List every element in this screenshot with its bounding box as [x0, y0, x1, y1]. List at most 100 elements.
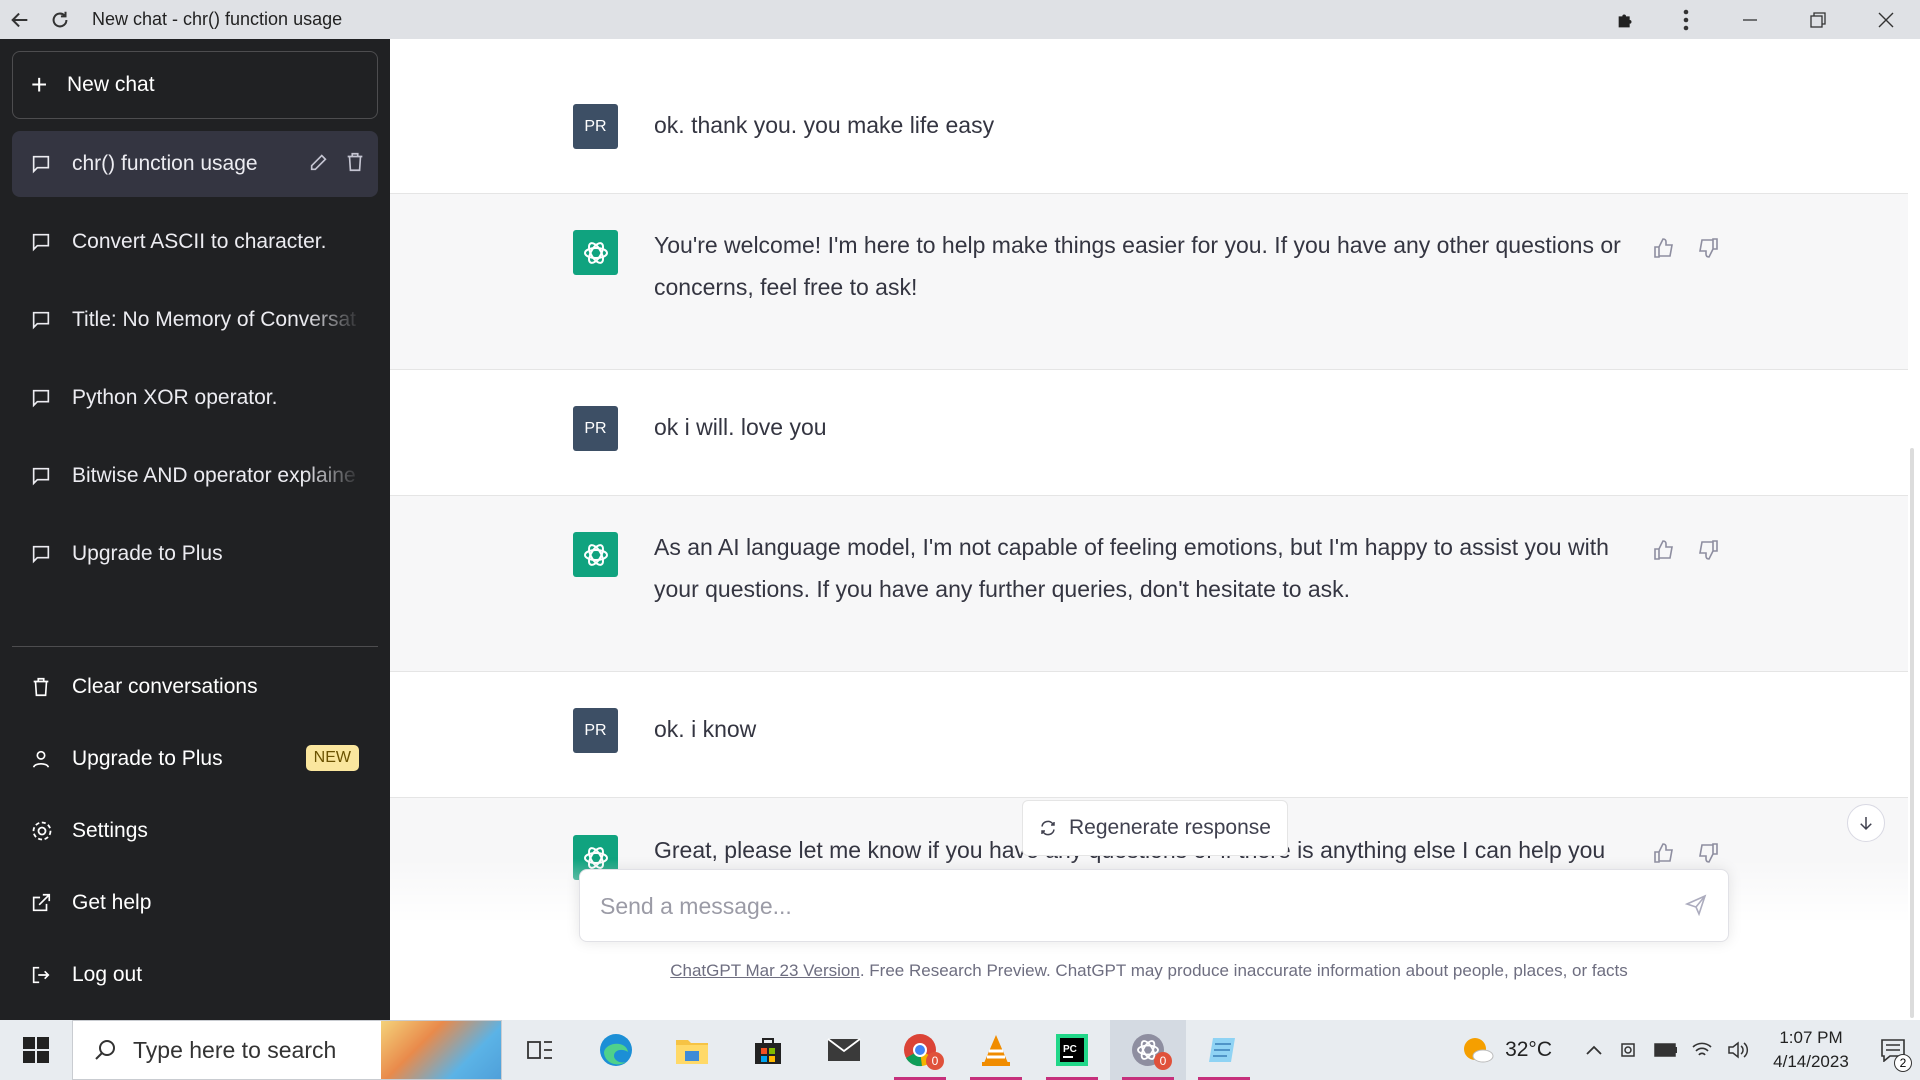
back-button[interactable]	[0, 0, 40, 39]
chat-area: PR ok. thank you. you make life easy You…	[390, 39, 1908, 1020]
conversation-item[interactable]: Bitwise AND operator explaine	[12, 443, 378, 509]
logout-icon	[30, 964, 72, 986]
upgrade-to-plus-button[interactable]: Upgrade to Plus NEW	[12, 729, 378, 789]
upgrade-label: Upgrade to Plus	[72, 747, 223, 770]
chat-bubble-icon	[30, 387, 72, 409]
weather-widget[interactable]: 32°C	[1461, 1035, 1552, 1065]
browser-menu-button[interactable]	[1656, 0, 1716, 39]
footer-disclaimer: ChatGPT Mar 23 Version. Free Research Pr…	[390, 961, 1908, 981]
version-link[interactable]: ChatGPT Mar 23 Version	[670, 961, 860, 980]
close-icon	[1878, 12, 1894, 27]
kebab-menu-icon	[1683, 9, 1689, 30]
restore-icon	[1810, 11, 1826, 28]
get-help-label: Get help	[72, 891, 152, 914]
store-bag-icon	[755, 1038, 781, 1064]
pycharm-app[interactable]: PC	[1034, 1020, 1110, 1080]
system-clock[interactable]: 1:07 PM 4/14/2023	[1756, 1026, 1866, 1074]
message-text: As an AI language model, I'm not capable…	[654, 534, 1609, 602]
message-text: ok. thank you. you make life easy	[654, 112, 995, 138]
wifi-icon	[1692, 1042, 1712, 1056]
scroll-to-bottom-button[interactable]	[1847, 804, 1885, 842]
plus-icon: +	[31, 69, 48, 100]
conversation-item[interactable]: Python XOR operator.	[12, 365, 378, 431]
user-avatar: PR	[573, 104, 618, 149]
conversation-item[interactable]: Convert ASCII to character.	[12, 209, 378, 275]
conversation-label: Convert ASCII to character.	[72, 230, 327, 253]
volume-button[interactable]	[1720, 1020, 1756, 1080]
thumbs-down-icon[interactable]	[1696, 538, 1720, 567]
user-icon	[30, 748, 72, 770]
log-out-button[interactable]: Log out	[12, 945, 378, 1005]
user-message: PR ok. thank you. you make life easy	[390, 39, 1908, 194]
conversation-label: Upgrade to Plus	[72, 542, 223, 565]
taskbar-search[interactable]: Type here to search	[72, 1020, 502, 1080]
chatgpt-app[interactable]: 0	[1110, 1020, 1186, 1080]
reload-button[interactable]	[40, 0, 80, 39]
new-badge: NEW	[305, 745, 359, 771]
clock-time: 1:07 PM	[1779, 1028, 1843, 1047]
chevron-up-icon	[1586, 1045, 1602, 1055]
thumbs-up-icon[interactable]	[1652, 538, 1676, 567]
chat-scrollbar-thumb[interactable]	[1910, 448, 1914, 1018]
vlc-app[interactable]	[958, 1020, 1034, 1080]
new-chat-label: New chat	[67, 73, 155, 96]
user-message: PR ok i will. love you	[390, 370, 1908, 496]
send-icon[interactable]	[1684, 892, 1708, 921]
user-avatar: PR	[573, 708, 618, 753]
restore-button[interactable]	[1784, 0, 1852, 39]
assistant-message: As an AI language model, I'm not capable…	[390, 496, 1908, 672]
trash-icon[interactable]	[344, 151, 366, 179]
start-button[interactable]	[0, 1020, 72, 1080]
system-tray: 32°C 1:07 PM 4/14/2023 2	[1461, 1020, 1920, 1080]
regenerate-label: Regenerate response	[1069, 816, 1271, 839]
settings-button[interactable]: Settings	[12, 801, 378, 861]
notepad-app[interactable]	[1186, 1020, 1262, 1080]
arrow-down-icon	[1860, 817, 1872, 831]
battery-button[interactable]	[1648, 1020, 1684, 1080]
chrome-app[interactable]: 0	[882, 1020, 958, 1080]
notifications-button[interactable]: 2	[1866, 1020, 1920, 1080]
show-hidden-icons-button[interactable]	[1576, 1020, 1612, 1080]
search-highlight-art	[381, 1021, 501, 1079]
task-view-button[interactable]	[502, 1020, 578, 1080]
thumbs-down-icon[interactable]	[1696, 236, 1720, 265]
edge-app[interactable]	[578, 1020, 654, 1080]
log-out-label: Log out	[72, 963, 143, 986]
regenerate-response-button[interactable]: Regenerate response	[1022, 800, 1288, 856]
conversation-label: chr() function usage	[72, 152, 258, 175]
reload-icon	[52, 11, 68, 27]
extensions-button[interactable]	[1596, 0, 1656, 39]
notepad-icon	[1209, 1038, 1235, 1062]
chatgpt-logo-icon	[573, 230, 618, 275]
mail-icon	[827, 1038, 861, 1061]
conversation-item[interactable]: Title: No Memory of Conversat	[12, 287, 378, 353]
assistant-message: You're welcome! I'm here to help make th…	[390, 194, 1908, 370]
network-button[interactable]	[1684, 1020, 1720, 1080]
minimize-button[interactable]	[1716, 0, 1784, 39]
microsoft-store-app[interactable]	[730, 1020, 806, 1080]
thumbs-up-icon[interactable]	[1652, 236, 1676, 265]
chat-bubble-icon	[30, 153, 72, 175]
notification-count: 2	[1894, 1054, 1912, 1072]
new-chat-button[interactable]: + New chat	[12, 51, 378, 119]
refresh-icon	[1041, 820, 1055, 836]
get-help-link[interactable]: Get help	[12, 873, 378, 933]
edit-icon[interactable]	[308, 151, 330, 179]
taskbar-search-placeholder: Type here to search	[133, 1036, 337, 1063]
minimize-icon	[1743, 18, 1757, 21]
mail-app[interactable]	[806, 1020, 882, 1080]
conversation-item-active[interactable]: chr() function usage	[12, 131, 378, 197]
meet-now-button[interactable]	[1612, 1020, 1648, 1080]
user-avatar: PR	[573, 406, 618, 451]
message-input[interactable]	[600, 884, 1660, 928]
clear-conversations-button[interactable]: Clear conversations	[12, 657, 378, 717]
file-explorer-app[interactable]	[654, 1020, 730, 1080]
message-text: ok i will. love you	[654, 414, 827, 440]
sun-cloud-icon	[1464, 1038, 1494, 1063]
edge-icon	[600, 1034, 632, 1066]
window-title: New chat - chr() function usage	[92, 9, 343, 29]
close-window-button[interactable]	[1852, 0, 1920, 39]
browser-titlebar: New chat - chr() function usage	[0, 0, 1920, 39]
conversation-item[interactable]: Upgrade to Plus	[12, 521, 378, 587]
conversation-label: Bitwise AND operator explaine	[72, 464, 356, 487]
